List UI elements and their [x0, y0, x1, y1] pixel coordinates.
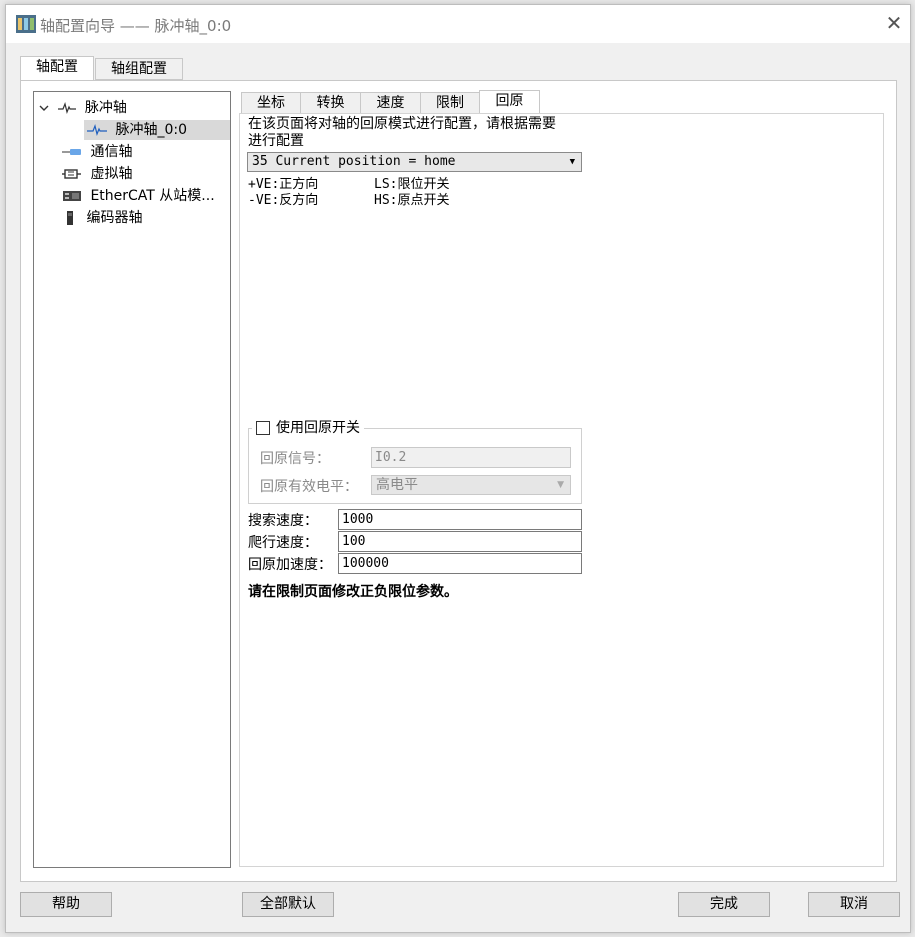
- tree-item-label: 脉冲轴: [84, 100, 127, 116]
- home-level-label: 回原有效电平：: [260, 479, 358, 495]
- use-home-switch-option[interactable]: 使用回原开关: [252, 418, 364, 438]
- tab-label: 坐标: [257, 95, 285, 111]
- tab-label: 限制: [436, 95, 464, 111]
- legend-pve: +VE:正方向: [248, 177, 319, 192]
- close-icon[interactable]: ✕: [884, 13, 904, 33]
- tab-axis-group-config[interactable]: 轴组配置: [95, 58, 183, 80]
- home-level-value: 高电平: [376, 477, 418, 493]
- homing-accel-value: 100000: [342, 556, 389, 571]
- home-signal-value: I0.2: [375, 450, 407, 465]
- tab-axis-config-label: 轴配置: [36, 59, 78, 75]
- home-signal-label: 回原信号：: [260, 451, 330, 467]
- help-button-label: 帮助: [52, 896, 80, 912]
- expand-chevron-icon[interactable]: [38, 102, 50, 114]
- tab-axis-config[interactable]: 轴配置: [20, 56, 94, 80]
- all-default-button[interactable]: 全部默认: [242, 892, 334, 917]
- comm-axis-icon: [62, 149, 81, 155]
- tree-node-pulse-axis[interactable]: 脉冲轴: [38, 98, 127, 118]
- creep-speed-input[interactable]: 100: [338, 531, 582, 552]
- tree-item-label: 编码器轴: [86, 210, 143, 226]
- tree-node-encoder-axis[interactable]: 编码器轴: [62, 208, 142, 228]
- dropdown-arrow-icon: ▼: [569, 157, 575, 167]
- tree-node-comm-axis[interactable]: 通信轴: [62, 142, 132, 162]
- description-line: 进行配置: [248, 133, 304, 149]
- encoder-icon: [67, 211, 73, 225]
- homing-description: 在该页面将对轴的回原模式进行配置，请根据需要 进行配置: [248, 116, 556, 150]
- search-speed-value: 1000: [342, 512, 374, 527]
- tab-label: 转换: [316, 95, 345, 111]
- tab-conversion[interactable]: 转换: [300, 92, 361, 114]
- creep-speed-value: 100: [342, 534, 366, 549]
- homing-accel-input[interactable]: 100000: [338, 553, 582, 574]
- home-signal-field[interactable]: I0.2: [371, 447, 571, 468]
- finish-button-label: 完成: [710, 896, 738, 912]
- tab-coordinate[interactable]: 坐标: [241, 92, 301, 114]
- pulse-icon: [58, 102, 77, 114]
- search-speed-label: 搜索速度：: [248, 513, 318, 529]
- homing-accel-label: 回原加速度：: [248, 557, 332, 573]
- home-level-select[interactable]: 高电平 ▼: [371, 475, 571, 495]
- tab-label: 回原: [495, 93, 524, 109]
- app-icon: [16, 15, 36, 33]
- homing-mode-select[interactable]: 35 Current position = home ▼: [247, 152, 582, 172]
- tree-item-label: 虚拟轴: [90, 166, 133, 182]
- homing-mode-value: 35 Current position = home: [252, 154, 456, 169]
- search-speed-input[interactable]: 1000: [338, 509, 582, 530]
- homing-legend: +VE:正方向 LS:限位开关 -VE:反方向 HS:原点开关: [248, 177, 449, 209]
- tree-node-virtual-axis[interactable]: 虚拟轴: [62, 164, 132, 184]
- description-line: 在该页面将对轴的回原模式进行配置，请根据需要: [248, 116, 556, 132]
- cancel-button-label: 取消: [840, 896, 868, 912]
- tab-label: 速度: [376, 95, 405, 111]
- tab-homing[interactable]: 回原: [479, 90, 540, 114]
- creep-speed-label: 爬行速度：: [248, 535, 318, 551]
- legend-nve: -VE:反方向: [248, 193, 319, 208]
- tab-axis-group-config-label: 轴组配置: [111, 61, 167, 77]
- limit-note: 请在限制页面修改正负限位参数。: [248, 584, 458, 600]
- tab-limit[interactable]: 限制: [420, 92, 480, 114]
- title-bar: 轴配置向导 —— 脉冲轴_0:0 ✕: [6, 5, 910, 43]
- tab-speed[interactable]: 速度: [360, 92, 421, 114]
- window-title: 轴配置向导 —— 脉冲轴_0:0: [40, 17, 232, 35]
- cancel-button[interactable]: 取消: [808, 892, 900, 917]
- pulse-icon: [87, 124, 107, 136]
- legend-hs: HS:原点开关: [374, 193, 450, 208]
- chevron-down-icon: ▼: [557, 480, 564, 490]
- help-button[interactable]: 帮助: [20, 892, 112, 917]
- all-default-button-label: 全部默认: [260, 896, 316, 912]
- virtual-axis-icon: [62, 169, 81, 179]
- use-home-switch-label: 使用回原开关: [276, 420, 360, 436]
- ethercat-icon: [63, 191, 81, 201]
- tree-item-label: 通信轴: [90, 144, 133, 160]
- finish-button[interactable]: 完成: [678, 892, 770, 917]
- axis-tree[interactable]: 脉冲轴 脉冲轴_0:0 通信轴 虚拟轴 EtherCAT 从站模... 编码器轴: [33, 91, 231, 868]
- legend-ls: LS:限位开关: [374, 177, 450, 192]
- axis-config-wizard-window: 轴配置向导 —— 脉冲轴_0:0 ✕ 轴配置 轴组配置 脉冲轴 脉冲轴_0:0 …: [5, 4, 911, 933]
- tree-node-pulse-axis-0-0[interactable]: 脉冲轴_0:0: [84, 120, 230, 140]
- tree-item-label: 脉冲轴_0:0: [115, 122, 187, 138]
- tree-node-ethercat-slave[interactable]: EtherCAT 从站模...: [62, 186, 215, 206]
- tree-item-label: EtherCAT 从站模...: [90, 188, 215, 204]
- use-home-switch-checkbox[interactable]: [256, 421, 270, 435]
